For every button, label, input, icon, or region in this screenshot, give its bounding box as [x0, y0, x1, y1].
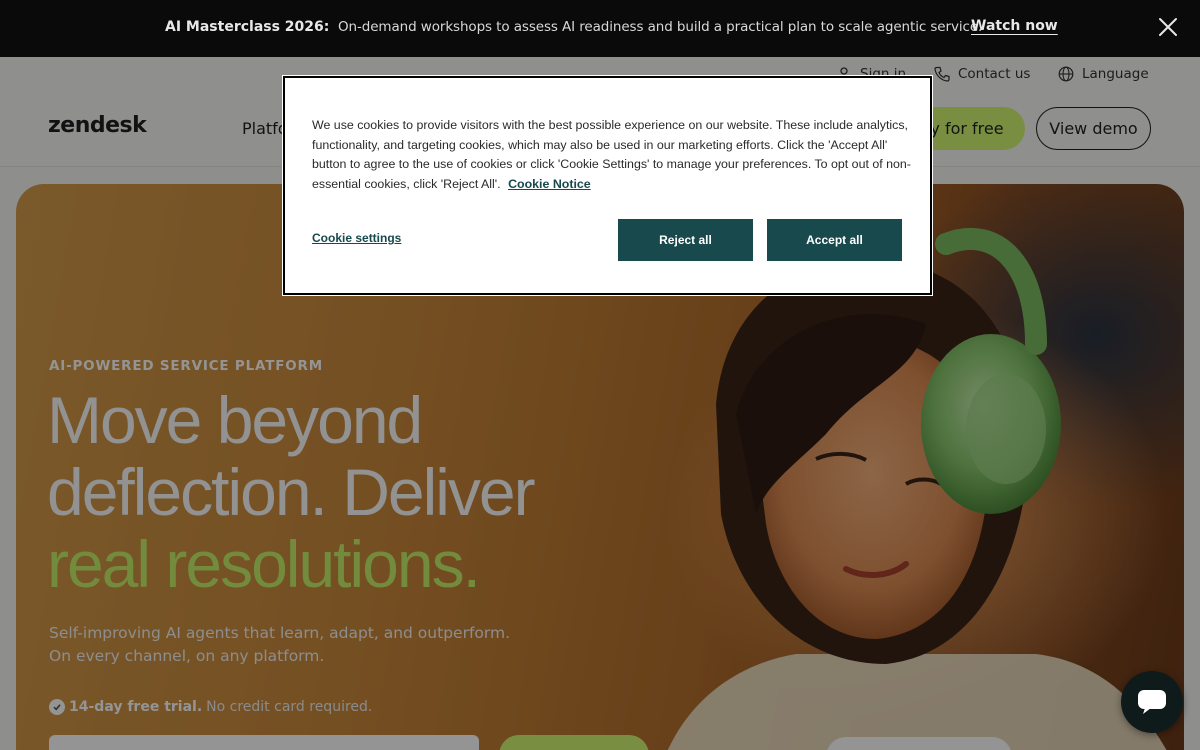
announcement-title: AI Masterclass 2026: — [165, 19, 330, 35]
cookie-notice-link[interactable]: Cookie Notice — [508, 177, 591, 191]
cookie-text: We use cookies to provide visitors with … — [312, 118, 911, 192]
chat-launcher-button[interactable] — [1121, 671, 1183, 733]
reject-all-button[interactable]: Reject all — [618, 219, 753, 261]
watch-now-link[interactable]: Watch now — [971, 18, 1058, 34]
close-icon[interactable] — [1157, 16, 1179, 38]
announcement-text: On-demand workshops to assess AI readine… — [338, 19, 983, 35]
cookie-settings-link[interactable]: Cookie settings — [312, 231, 401, 245]
chat-icon — [1138, 690, 1166, 714]
announcement-bar: AI Masterclass 2026: On-demand workshops… — [0, 0, 1200, 57]
cookie-text-block: We use cookies to provide visitors with … — [312, 116, 912, 195]
accept-all-button[interactable]: Accept all — [767, 219, 902, 261]
cookie-consent-dialog: We use cookies to provide visitors with … — [282, 75, 933, 296]
